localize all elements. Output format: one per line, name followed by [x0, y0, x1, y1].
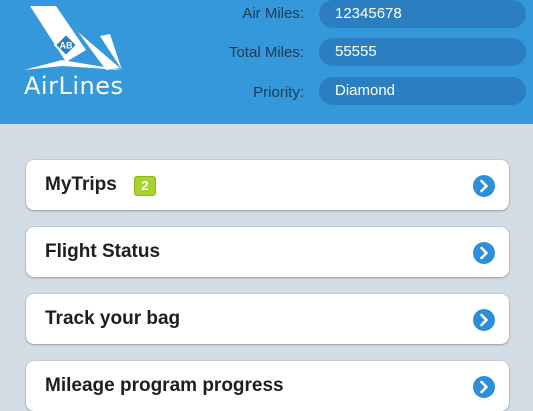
menu-item-label: MyTrips — [45, 174, 117, 195]
chevron-right-icon — [473, 242, 495, 264]
trips-count-badge: 2 — [134, 176, 156, 196]
total-miles-label: Total Miles: — [228, 44, 304, 61]
logo-emblem-text: AB — [60, 41, 73, 51]
total-miles-value: 55555 — [319, 38, 526, 66]
priority-label: Priority: — [253, 84, 304, 101]
menu-item-label: Flight Status — [45, 241, 161, 262]
menu-item-label: Mileage program progress — [45, 375, 284, 396]
chevron-right-icon — [473, 376, 495, 398]
priority-value: Diamond — [319, 77, 526, 105]
menu-item-label: Track your bag — [45, 308, 181, 329]
chevron-right-icon — [473, 309, 495, 331]
menu-item-track-bag[interactable]: Track your bag — [26, 294, 509, 344]
menu-item-mileage-progress[interactable]: Mileage program progress — [26, 361, 509, 411]
air-miles-value: 12345678 — [319, 0, 526, 28]
menu-item-flight-status[interactable]: Flight Status — [26, 227, 509, 277]
app-header: AB AirLines Air Miles: 12345678 Total Mi… — [0, 0, 533, 124]
air-miles-label: Air Miles: — [242, 5, 304, 22]
brand-name: AirLines — [24, 72, 124, 100]
menu-item-mytrips[interactable]: MyTrips 2 — [26, 160, 509, 210]
chevron-right-icon — [473, 175, 495, 197]
